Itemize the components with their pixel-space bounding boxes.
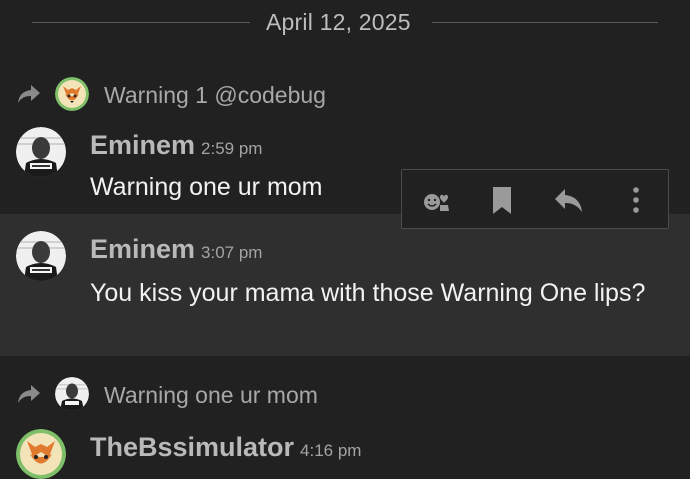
reply-context-text: Warning one ur mom — [104, 382, 318, 408]
eminem-avatar[interactable] — [16, 231, 66, 281]
more-options-button[interactable] — [616, 180, 656, 220]
reply-button[interactable] — [549, 180, 589, 220]
date-divider-line-left — [32, 22, 250, 23]
timestamp[interactable]: 4:16 pm — [300, 441, 361, 460]
date-divider-line-right — [432, 22, 658, 23]
reply-context-text: Warning 1 @codebug — [104, 82, 326, 108]
bookmark-button[interactable] — [482, 180, 522, 220]
date-label: April 12, 2025 — [266, 9, 411, 35]
username[interactable]: Eminem — [90, 130, 195, 160]
chat-message[interactable]: TheBssimulator 4:16 pm — [0, 420, 690, 479]
message-action-toolbar — [401, 169, 669, 229]
chat-message-highlighted[interactable]: Eminem 3:07 pm You kiss your mama with th… — [0, 214, 690, 356]
fox-avatar-icon[interactable] — [16, 429, 66, 479]
reply-arrow-icon — [18, 85, 40, 103]
reply-icon — [555, 189, 582, 212]
reply-context[interactable]: Warning one ur mom — [0, 377, 690, 413]
message-author[interactable]: Eminem 2:59 pm — [90, 130, 262, 161]
bookmark-icon — [493, 187, 511, 214]
username[interactable]: TheBssimulator — [90, 432, 294, 462]
date-divider: April 12, 2025 — [0, 0, 690, 44]
fox-avatar-icon[interactable] — [55, 77, 89, 111]
reply-context[interactable]: Warning 1 @codebug — [0, 77, 690, 113]
timestamp[interactable]: 2:59 pm — [201, 139, 262, 158]
message-author[interactable]: TheBssimulator 4:16 pm — [90, 432, 361, 463]
username[interactable]: Eminem — [90, 234, 195, 264]
eminem-avatar[interactable] — [16, 127, 66, 177]
reply-arrow-icon — [18, 385, 40, 403]
eminem-avatar[interactable] — [55, 377, 89, 411]
more-icon — [633, 187, 639, 213]
timestamp[interactable]: 3:07 pm — [201, 243, 262, 262]
message-text: You kiss your mama with those Warning On… — [90, 279, 646, 307]
react-icon — [424, 194, 449, 211]
react-button[interactable] — [416, 180, 456, 220]
message-author[interactable]: Eminem 3:07 pm — [90, 234, 262, 265]
